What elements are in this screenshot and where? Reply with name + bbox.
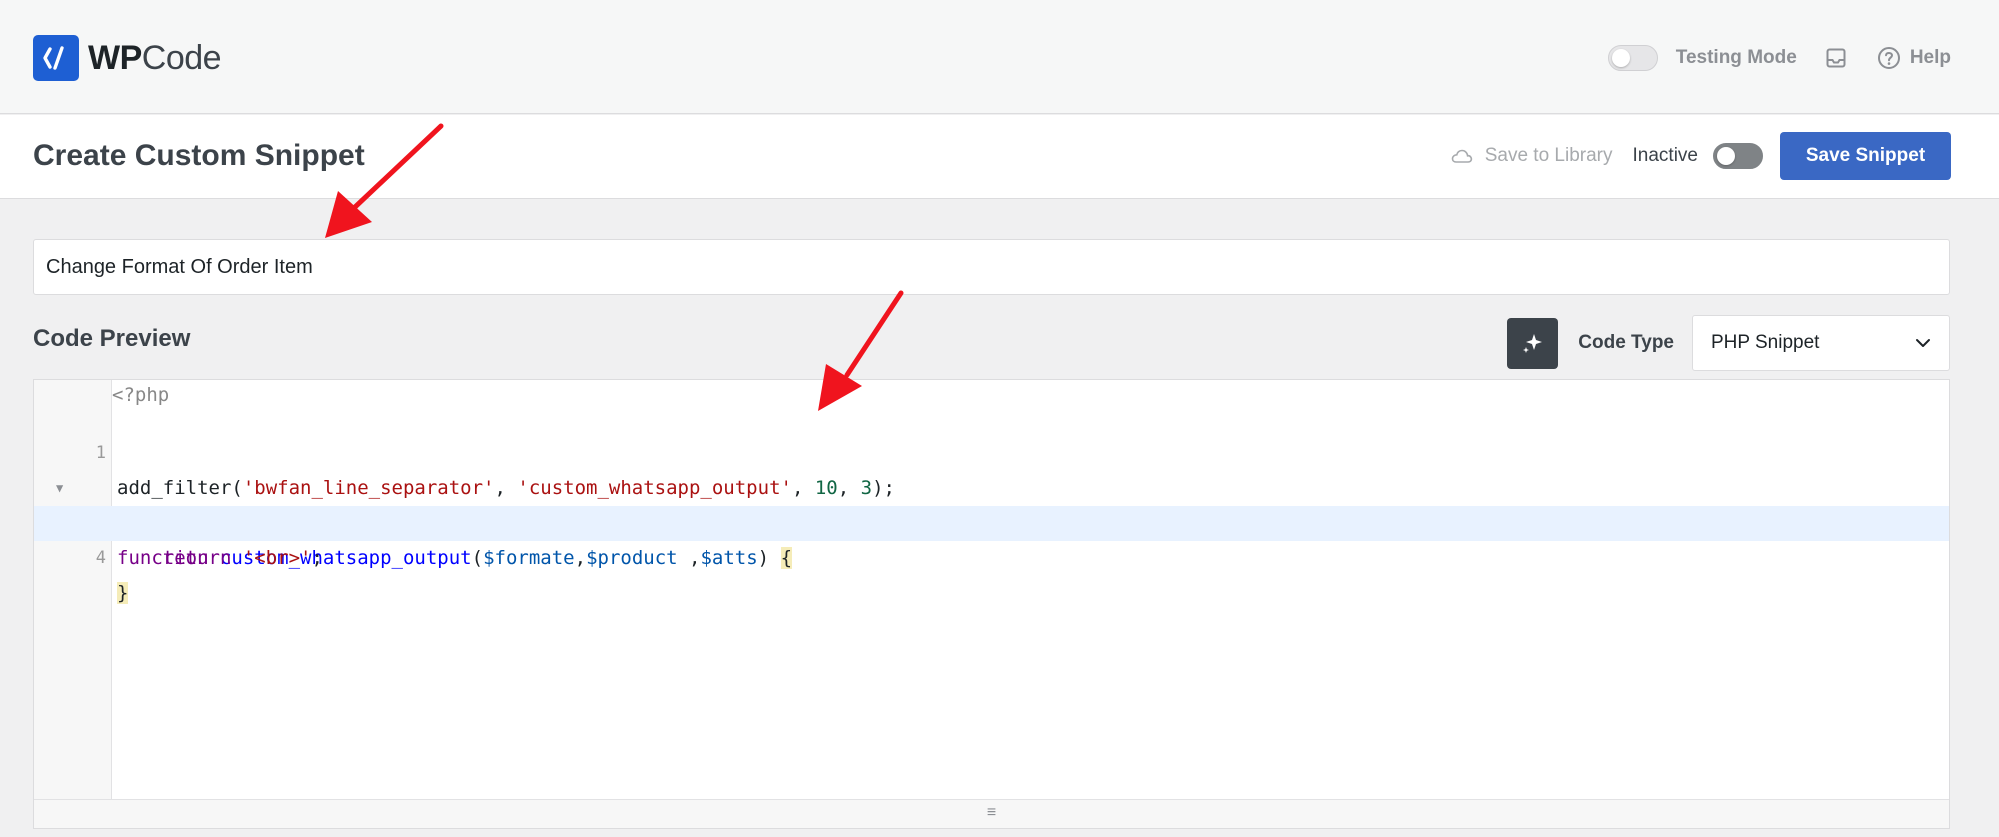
testing-mode-label: Testing Mode bbox=[1675, 47, 1797, 68]
save-to-library-label: Save to Library bbox=[1484, 145, 1613, 166]
code-type-select[interactable]: PHP Snippet bbox=[1692, 315, 1950, 371]
top-header: WPCode Testing Mode Help bbox=[0, 0, 1999, 114]
code-line[interactable]: 1 add_filter('bwfan_line_separator', 'cu… bbox=[34, 401, 1949, 499]
save-snippet-button[interactable]: Save Snippet bbox=[1780, 132, 1951, 180]
code-type-value: PHP Snippet bbox=[1711, 332, 1820, 353]
testing-mode-toggle[interactable] bbox=[1607, 45, 1658, 71]
annotation-arrow-icon bbox=[818, 290, 904, 411]
help-label: Help bbox=[1909, 47, 1951, 68]
sparkle-icon bbox=[1522, 334, 1542, 353]
help-circle-icon bbox=[1877, 47, 1900, 69]
inbox-icon[interactable] bbox=[1825, 47, 1847, 69]
annotation-arrow-icon bbox=[325, 123, 444, 238]
code-line-active[interactable]: 4 } bbox=[34, 506, 1949, 604]
chevron-down-icon bbox=[1916, 339, 1930, 347]
code-line-text: } bbox=[117, 582, 129, 604]
code-line[interactable]: 3 return '<br>'; bbox=[34, 471, 1949, 569]
active-toggle[interactable] bbox=[1713, 143, 1763, 169]
editor-resize-handle[interactable]: ≡ bbox=[34, 799, 1949, 828]
title-bar: Create Custom Snippet Save to Library In… bbox=[0, 115, 1999, 199]
wpcode-logo-icon bbox=[33, 35, 79, 81]
code-preview-heading: Code Preview bbox=[33, 325, 191, 352]
line-number: 4 bbox=[95, 548, 106, 568]
cloud-icon bbox=[1451, 149, 1472, 163]
help-link[interactable]: Help bbox=[1877, 46, 1951, 70]
code-line[interactable]: ▼ 2 function custom_whatsapp_output($for… bbox=[34, 436, 1949, 569]
ai-generate-button[interactable] bbox=[1507, 317, 1559, 369]
code-type-label: Code Type bbox=[1578, 332, 1674, 353]
logo-wordmark: WPCode bbox=[88, 38, 222, 77]
save-to-library-button[interactable]: Save to Library bbox=[1450, 145, 1613, 167]
code-editor[interactable]: <?php 1 add_filter('bwfan_line_separator… bbox=[33, 379, 1950, 829]
wpcode-logo[interactable]: WPCode bbox=[33, 35, 222, 81]
status-label: Inactive bbox=[1632, 145, 1698, 166]
code-line-text: return '<br>'; bbox=[162, 547, 323, 569]
